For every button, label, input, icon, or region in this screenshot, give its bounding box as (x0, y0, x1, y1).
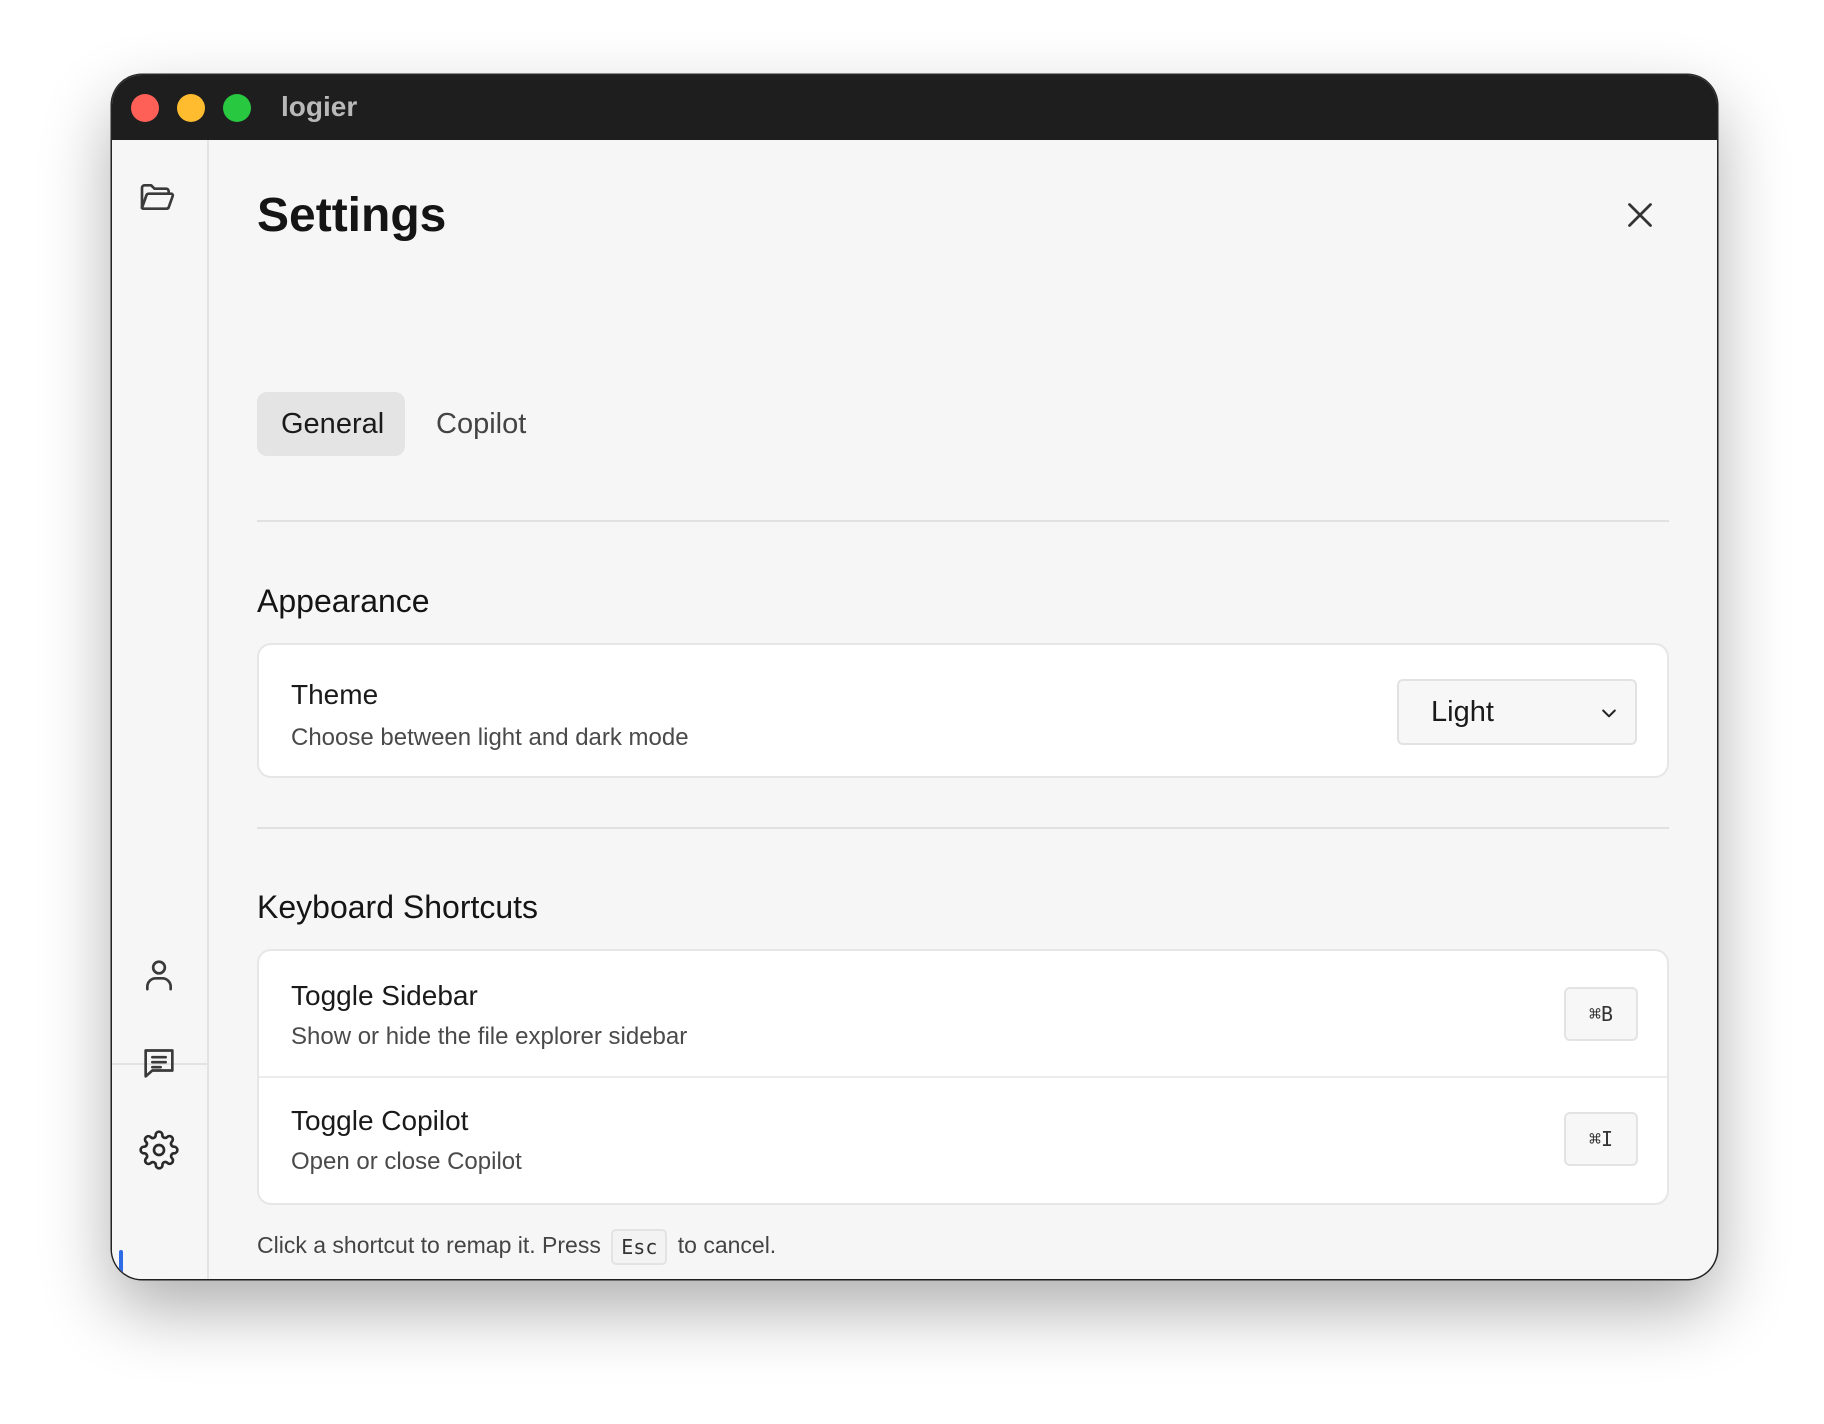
settings-panel: Settings General Copilot Appearance Them… (257, 140, 1669, 1279)
zoom-window-button[interactable] (223, 94, 251, 122)
shortcut-title: Toggle Copilot (291, 1105, 469, 1136)
minimize-window-button[interactable] (177, 94, 205, 122)
close-window-button[interactable] (131, 94, 159, 122)
title-bar: logier (112, 75, 1717, 140)
divider (257, 827, 1669, 829)
chat-icon[interactable] (139, 1043, 179, 1083)
theme-description: Choose between light and dark mode (291, 724, 689, 751)
close-icon[interactable] (1622, 197, 1658, 233)
section-title-keyboard-shortcuts: Keyboard Shortcuts (257, 889, 539, 925)
window-title: logier (281, 91, 358, 122)
shortcut-key[interactable]: ⌘B (1564, 987, 1638, 1041)
divider (257, 520, 1669, 522)
shortcut-row[interactable]: Toggle Sidebar Show or hide the file exp… (259, 951, 1667, 1076)
chevron-down-icon (1602, 709, 1616, 718)
activity-rail (112, 140, 209, 1279)
tab-copilot[interactable]: Copilot (412, 392, 550, 456)
theme-title: Theme (291, 679, 379, 710)
shortcut-key[interactable]: ⌘I (1564, 1112, 1638, 1166)
appearance-card: Theme Choose between light and dark mode… (257, 643, 1669, 778)
shortcut-title: Toggle Sidebar (291, 980, 478, 1011)
theme-select[interactable]: Light (1397, 679, 1637, 745)
esc-key-badge: Esc (611, 1228, 668, 1265)
hint-text-after: to cancel. (677, 1232, 777, 1258)
shortcut-description: Show or hide the file explorer sidebar (291, 1023, 688, 1050)
shortcut-row[interactable]: Toggle Copilot Open or close Copilot ⌘I (259, 1078, 1667, 1203)
gear-icon[interactable] (139, 1130, 179, 1170)
user-icon[interactable] (139, 955, 179, 995)
folder-open-icon[interactable] (137, 177, 177, 217)
hint-text-before: Click a shortcut to remap it. Press (257, 1232, 601, 1258)
theme-select-value: Light (1431, 696, 1494, 728)
app-window: logier Settings General Copilot Appearan… (112, 75, 1717, 1279)
shortcut-description: Open or close Copilot (291, 1148, 522, 1175)
tab-general[interactable]: General (257, 392, 405, 456)
section-title-appearance: Appearance (257, 583, 430, 619)
active-indicator (119, 1250, 123, 1279)
page-title: Settings (257, 189, 447, 242)
shortcuts-card: Toggle Sidebar Show or hide the file exp… (257, 949, 1669, 1205)
shortcut-hint: Click a shortcut to remap it. Press Esc … (257, 1225, 776, 1265)
theme-row: Theme Choose between light and dark mode… (259, 645, 1667, 776)
